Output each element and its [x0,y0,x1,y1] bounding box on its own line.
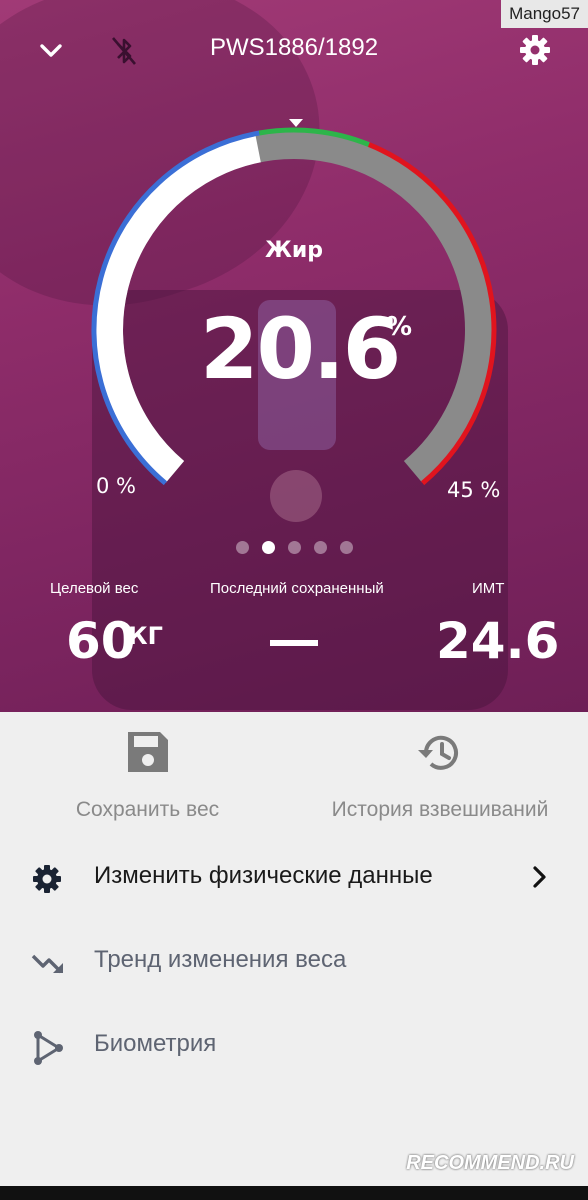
target-weight-unit: КГ [128,622,163,650]
weighing-history-label: История взвешиваний [331,798,549,821]
weighing-history-button[interactable]: История взвешиваний [310,728,570,822]
save-weight-label: Сохранить вес [75,798,220,821]
last-saved-value [270,640,318,646]
menu-item-label: Изменить физические данные [94,862,433,889]
floppy-disk-icon [40,728,255,780]
gauge-max-label: 45 % [447,478,501,502]
last-saved-label: Последний сохраненный [210,580,384,597]
page-indicator[interactable] [236,541,353,554]
target-weight-value: 60 [66,612,136,670]
metric-value: 20.6 [200,300,401,398]
gauge-pointer [289,119,303,127]
biometry-icon [30,1030,66,1070]
metric-label: Жир [264,238,324,263]
trend-down-icon [30,946,66,984]
navigation-bar [0,1186,588,1200]
page-dot[interactable] [314,541,327,554]
fat-gauge [91,119,497,486]
metric-unit: % [386,312,413,342]
menu-item-weight-trend[interactable]: Тренд изменения веса [0,932,588,992]
page-dot[interactable] [236,541,249,554]
menu-item-biometry[interactable]: Биометрия [0,1016,588,1076]
menu-item-label: Тренд изменения веса [94,946,347,973]
page-dot[interactable] [340,541,353,554]
gear-icon [30,862,64,900]
target-weight-label: Целевой вес [50,580,139,597]
menu-item-label: Биометрия [94,1030,217,1057]
menu-item-edit-physical-data[interactable]: Изменить физические данные [0,848,588,908]
save-weight-button[interactable]: Сохранить вес [40,728,255,822]
footer-watermark: RECOMMEND.RU [406,1152,574,1174]
bmi-label: ИМТ [472,580,505,597]
chevron-right-icon [530,864,550,894]
history-icon [310,728,570,780]
page-dot[interactable] [288,541,301,554]
gauge-min-label: 0 % [96,474,136,498]
bmi-value: 24.6 [436,612,560,670]
page-dot[interactable] [262,541,275,554]
